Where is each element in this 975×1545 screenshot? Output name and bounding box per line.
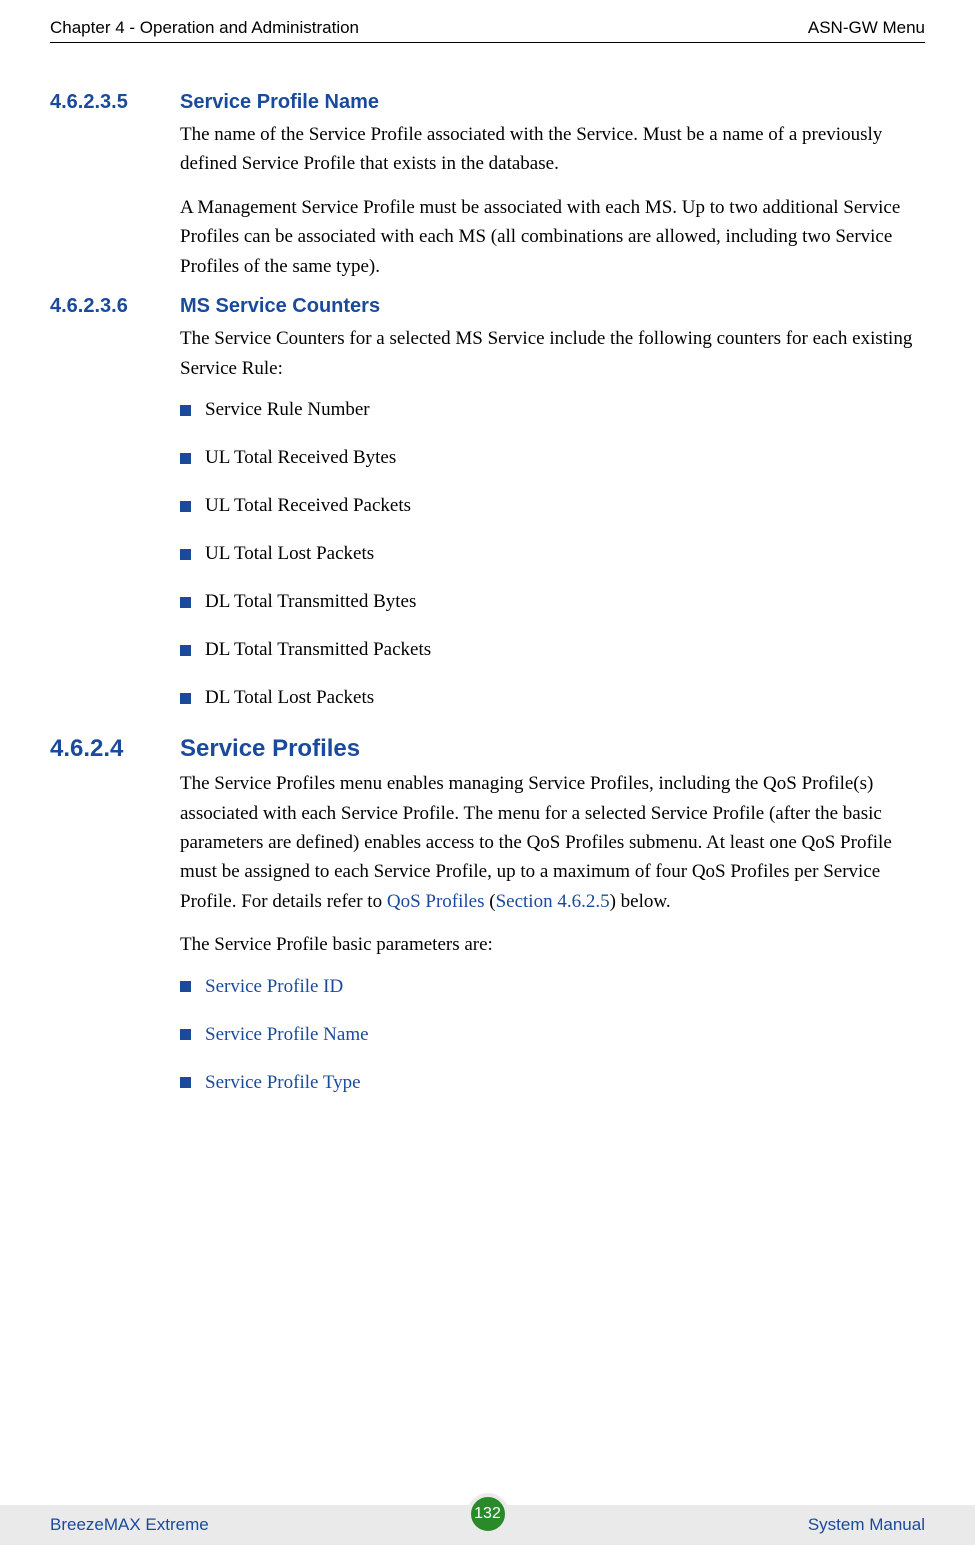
- list-item-label: DL Total Lost Packets: [205, 687, 374, 709]
- list-item-link[interactable]: Service Profile Name: [205, 1024, 369, 1046]
- params-list: Service Profile ID Service Profile Name …: [180, 976, 925, 1094]
- section-4-6-2-4: 4.6.2.4 Service Profiles: [50, 735, 925, 763]
- square-bullet-icon: [180, 1029, 191, 1040]
- section-4-6-2-3-5: 4.6.2.3.5 Service Profile Name: [50, 91, 925, 114]
- square-bullet-icon: [180, 501, 191, 512]
- square-bullet-icon: [180, 405, 191, 416]
- list-item: Service Profile ID: [180, 976, 925, 998]
- body-paragraph: The Service Profile basic parameters are…: [180, 930, 925, 959]
- section-4-6-2-3-6: 4.6.2.3.6 MS Service Counters: [50, 295, 925, 318]
- list-item: Service Profile Name: [180, 1024, 925, 1046]
- page-header: Chapter 4 - Operation and Administration…: [50, 18, 925, 43]
- list-item: Service Profile Type: [180, 1072, 925, 1094]
- paragraph-text: ) below.: [610, 891, 671, 912]
- list-item: DL Total Transmitted Packets: [180, 639, 925, 661]
- header-right: ASN-GW Menu: [808, 18, 925, 38]
- body-paragraph: A Management Service Profile must be ass…: [180, 193, 925, 281]
- list-item-label: UL Total Lost Packets: [205, 543, 374, 565]
- counters-list: Service Rule Number UL Total Received By…: [180, 399, 925, 709]
- square-bullet-icon: [180, 597, 191, 608]
- list-item: Service Rule Number: [180, 399, 925, 421]
- list-item-label: DL Total Transmitted Bytes: [205, 591, 416, 613]
- page-number-badge: 132: [467, 1493, 509, 1535]
- section-title: Service Profiles: [180, 735, 360, 763]
- list-item-label: UL Total Received Bytes: [205, 447, 396, 469]
- section-title: MS Service Counters: [180, 295, 380, 318]
- body-paragraph: The Service Profiles menu enables managi…: [180, 769, 925, 916]
- list-item-link[interactable]: Service Profile ID: [205, 976, 343, 998]
- section-number: 4.6.2.3.5: [50, 91, 180, 114]
- square-bullet-icon: [180, 693, 191, 704]
- list-item-label: DL Total Transmitted Packets: [205, 639, 431, 661]
- paragraph-text: (: [485, 891, 496, 912]
- list-item: DL Total Lost Packets: [180, 687, 925, 709]
- section-title: Service Profile Name: [180, 91, 379, 114]
- list-item: UL Total Lost Packets: [180, 543, 925, 565]
- page-number: 132: [474, 1505, 501, 1523]
- list-item: UL Total Received Packets: [180, 495, 925, 517]
- cross-ref-link[interactable]: Section 4.6.2.5: [496, 891, 610, 912]
- cross-ref-link[interactable]: QoS Profiles: [387, 891, 485, 912]
- square-bullet-icon: [180, 453, 191, 464]
- square-bullet-icon: [180, 1077, 191, 1088]
- list-item-label: UL Total Received Packets: [205, 495, 411, 517]
- section-number: 4.6.2.3.6: [50, 295, 180, 318]
- list-item-link[interactable]: Service Profile Type: [205, 1072, 361, 1094]
- footer-right: System Manual: [808, 1515, 925, 1535]
- body-paragraph: The Service Counters for a selected MS S…: [180, 324, 925, 383]
- square-bullet-icon: [180, 645, 191, 656]
- body-paragraph: The name of the Service Profile associat…: [180, 120, 925, 179]
- header-left: Chapter 4 - Operation and Administration: [50, 18, 359, 38]
- section-number: 4.6.2.4: [50, 735, 180, 763]
- square-bullet-icon: [180, 549, 191, 560]
- list-item: DL Total Transmitted Bytes: [180, 591, 925, 613]
- list-item: UL Total Received Bytes: [180, 447, 925, 469]
- list-item-label: Service Rule Number: [205, 399, 370, 421]
- square-bullet-icon: [180, 981, 191, 992]
- footer-left: BreezeMAX Extreme: [50, 1515, 209, 1535]
